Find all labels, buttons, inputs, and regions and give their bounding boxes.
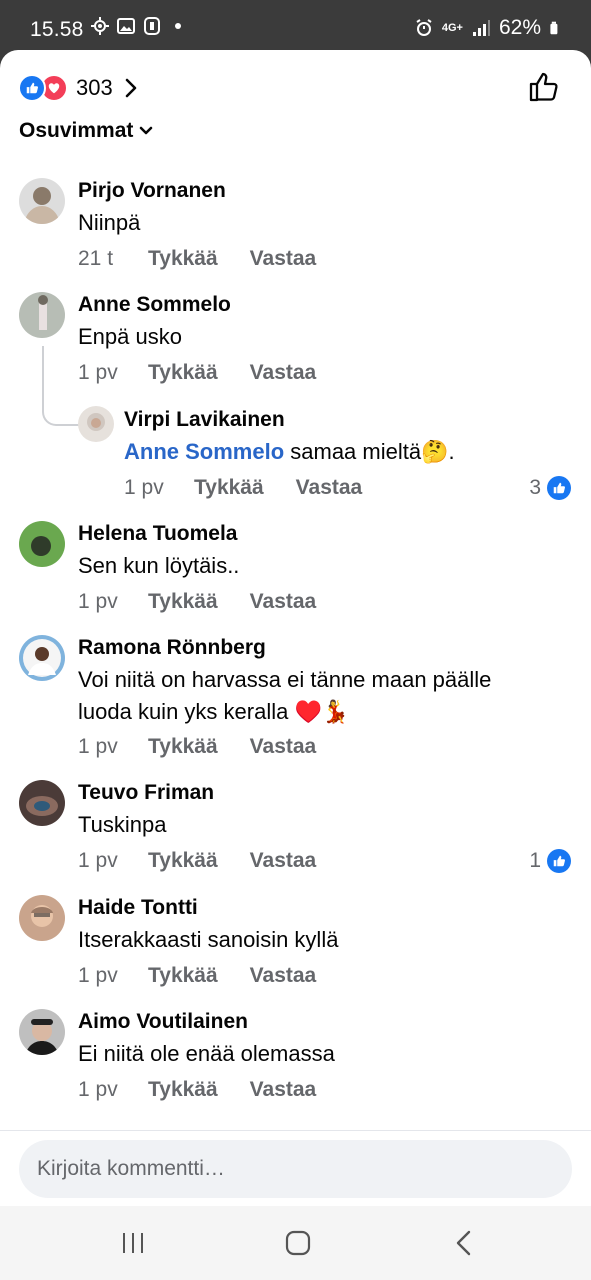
comment-author[interactable]: Anne Sommelo <box>78 293 231 317</box>
comment-text: Tuskinpa <box>78 812 167 837</box>
comment-time[interactable]: 1 pv <box>124 476 194 500</box>
reply-button[interactable]: Vastaa <box>250 849 317 873</box>
chevron-right-icon <box>125 78 136 98</box>
comment-actions: 1 pv Tykkää Vastaa <box>78 361 348 385</box>
comments-sheet: 303 Osuvimmat Pirjo Vornanen Niinpä 21 t… <box>0 50 591 1206</box>
like-count-number: 1 <box>529 849 541 872</box>
comment-text: Niinpä <box>78 210 141 235</box>
battery-percent: 62% <box>498 16 541 39</box>
reply-button[interactable]: Vastaa <box>250 361 317 385</box>
comment-author[interactable]: Helena Tuomela <box>78 522 238 546</box>
comment-text: Sen kun löytäis.. <box>78 553 240 578</box>
comment-author[interactable]: Teuvo Friman <box>78 781 214 805</box>
clipboard-icon <box>144 17 160 35</box>
like-comment-button[interactable]: Tykkää <box>148 247 218 271</box>
avatar[interactable] <box>19 178 65 224</box>
comment-actions: 1 pv Tykkää Vastaa <box>78 1078 348 1102</box>
comment-actions: 21 t Tykkää Vastaa <box>78 247 348 271</box>
like-comment-button[interactable]: Tykkää <box>148 361 218 385</box>
like-count-number: 3 <box>529 476 541 499</box>
comment-text: Itserakkaasti sanoisin kyllä <box>78 927 339 952</box>
reactions-summary[interactable]: 303 <box>18 68 139 108</box>
recent-apps-icon[interactable] <box>118 1228 148 1258</box>
like-icon <box>547 849 571 873</box>
comment-like-count[interactable]: 3 <box>529 476 571 500</box>
comment-text: Enpä usko <box>78 324 182 349</box>
comment-text: Anne Sommelo samaa mieltä🤔. <box>124 436 564 468</box>
sort-dropdown[interactable]: Osuvimmat <box>19 116 153 146</box>
reply-button[interactable]: Vastaa <box>250 1078 317 1102</box>
like-comment-button[interactable]: Tykkää <box>148 590 218 614</box>
comment-like-count[interactable]: 1 <box>529 849 571 873</box>
reaction-count: 303 <box>76 75 113 100</box>
avatar[interactable] <box>78 406 114 442</box>
comment-time[interactable]: 1 pv <box>78 964 148 988</box>
chevron-down-icon <box>140 126 153 135</box>
like-comment-button[interactable]: Tykkää <box>148 735 218 759</box>
gallery-icon <box>117 18 135 34</box>
settings-gear-icon <box>91 17 109 35</box>
reply-button[interactable]: Vastaa <box>250 964 317 988</box>
comment-text: Voi niitä on harvassa ei tänne maan pääl… <box>78 667 492 724</box>
comment-composer <box>0 1130 591 1207</box>
dot-icon <box>175 23 181 29</box>
comment-author[interactable]: Virpi Lavikainen <box>124 408 285 432</box>
comment-author[interactable]: Pirjo Vornanen <box>78 179 226 203</box>
avatar[interactable] <box>19 780 65 826</box>
alarm-icon <box>416 19 432 36</box>
comment-actions: 1 pv Tykkää Vastaa <box>78 590 348 614</box>
comment-time[interactable]: 1 pv <box>78 1078 148 1102</box>
status-left-icons <box>90 16 188 36</box>
avatar[interactable] <box>19 635 65 681</box>
comment-actions: 1 pv Tykkää Vastaa <box>78 735 348 759</box>
reply-button[interactable]: Vastaa <box>296 476 363 500</box>
reply-button[interactable]: Vastaa <box>250 735 317 759</box>
reply-button[interactable]: Vastaa <box>250 590 317 614</box>
comment-author[interactable]: Aimo Voutilainen <box>78 1010 248 1034</box>
like-comment-button[interactable]: Tykkää <box>148 849 218 873</box>
like-icon <box>547 476 571 500</box>
like-comment-button[interactable]: Tykkää <box>148 964 218 988</box>
like-reaction-icon <box>18 74 46 102</box>
back-icon[interactable] <box>450 1228 480 1258</box>
comment-text: Ei niitä ole enää olemassa <box>78 1041 335 1066</box>
status-right-icons: 4G+ 62% <box>414 16 563 40</box>
like-comment-button[interactable]: Tykkää <box>148 1078 218 1102</box>
avatar[interactable] <box>19 895 65 941</box>
signal-icon <box>472 20 490 36</box>
network-type: 4G+ <box>441 22 463 34</box>
reply-body: samaa mieltä🤔. <box>284 439 455 464</box>
like-comment-button[interactable]: Tykkää <box>194 476 264 500</box>
comment-time[interactable]: 21 t <box>78 247 148 271</box>
comment-actions: 1 pv Tykkää Vastaa <box>78 849 348 873</box>
comment-input[interactable] <box>19 1140 572 1198</box>
android-nav-bar <box>0 1206 591 1280</box>
reply-button[interactable]: Vastaa <box>250 247 317 271</box>
battery-icon <box>550 21 558 35</box>
avatar[interactable] <box>19 1009 65 1055</box>
avatar[interactable] <box>19 292 65 338</box>
comment-time[interactable]: 1 pv <box>78 590 148 614</box>
reply-thread-line <box>42 346 84 426</box>
avatar[interactable] <box>19 521 65 567</box>
status-time: 15.58 <box>30 18 84 41</box>
sort-label: Osuvimmat <box>19 119 134 142</box>
comment-actions: 1 pv Tykkää Vastaa <box>124 476 394 500</box>
comment-time[interactable]: 1 pv <box>78 735 148 759</box>
comment-time[interactable]: 1 pv <box>78 361 148 385</box>
mention-link[interactable]: Anne Sommelo <box>124 439 284 464</box>
comment-actions: 1 pv Tykkää Vastaa <box>78 964 348 988</box>
comment-author[interactable]: Haide Tontti <box>78 896 198 920</box>
like-button-icon[interactable] <box>527 70 561 104</box>
comment-author[interactable]: Ramona Rönnberg <box>78 636 266 660</box>
comment-time[interactable]: 1 pv <box>78 849 148 873</box>
home-icon[interactable] <box>283 1228 313 1258</box>
